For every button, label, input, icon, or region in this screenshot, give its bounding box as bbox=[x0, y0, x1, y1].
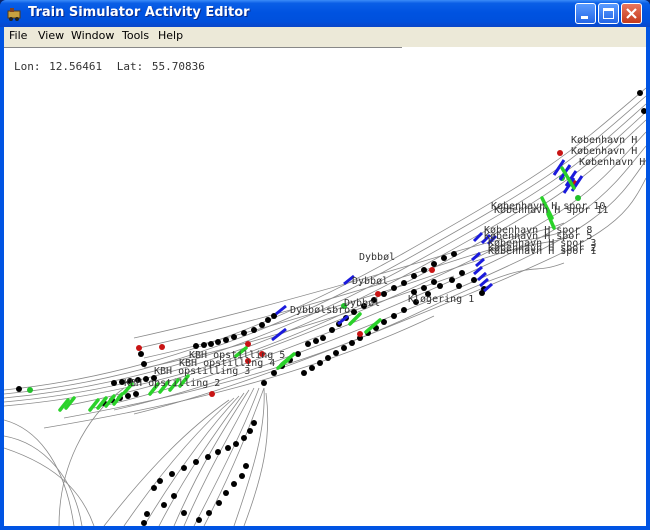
menu-view[interactable]: View bbox=[38, 29, 64, 42]
title-bar[interactable]: Train Simulator Activity Editor bbox=[0, 0, 650, 27]
station-label: København H spor 1 bbox=[488, 246, 597, 257]
station-label: København H bbox=[571, 146, 638, 157]
train-app-icon bbox=[7, 8, 21, 21]
station-label: Dybbøl bbox=[352, 276, 389, 287]
station-label: København H bbox=[579, 157, 646, 168]
station-label: Dybbølsbro bbox=[290, 305, 351, 316]
siding-label: KBH opstilling 3 bbox=[154, 366, 251, 377]
map-labels: København H København H København H Købe… bbox=[4, 48, 646, 526]
menu-help[interactable]: Help bbox=[158, 29, 183, 42]
station-label: København H bbox=[571, 135, 638, 146]
station-label: København H spor 10 bbox=[491, 201, 606, 212]
route-map-canvas[interactable]: Lon: 12.56461 Lat: 55.70836 København H … bbox=[4, 48, 646, 526]
close-button[interactable] bbox=[621, 3, 642, 24]
station-label: Kløgering 1 bbox=[408, 294, 475, 305]
app-window: Train Simulator Activity Editor File Vie… bbox=[0, 0, 650, 530]
menu-file[interactable]: File bbox=[9, 29, 27, 42]
station-label: Dybbøl bbox=[359, 252, 396, 263]
close-icon bbox=[626, 8, 637, 19]
maximize-button[interactable] bbox=[598, 3, 619, 24]
window-title: Train Simulator Activity Editor bbox=[28, 5, 250, 20]
menu-bar: File View Window Tools Help bbox=[4, 27, 646, 47]
minimize-icon bbox=[581, 16, 588, 19]
minimize-button[interactable] bbox=[575, 3, 596, 24]
client-area: File View Window Tools Help Lon: 12.5646… bbox=[4, 27, 646, 526]
menu-window[interactable]: Window bbox=[71, 29, 114, 42]
siding-label: KBH opstilling 2 bbox=[124, 378, 221, 389]
maximize-icon bbox=[603, 8, 614, 19]
menu-tools[interactable]: Tools bbox=[122, 29, 149, 42]
